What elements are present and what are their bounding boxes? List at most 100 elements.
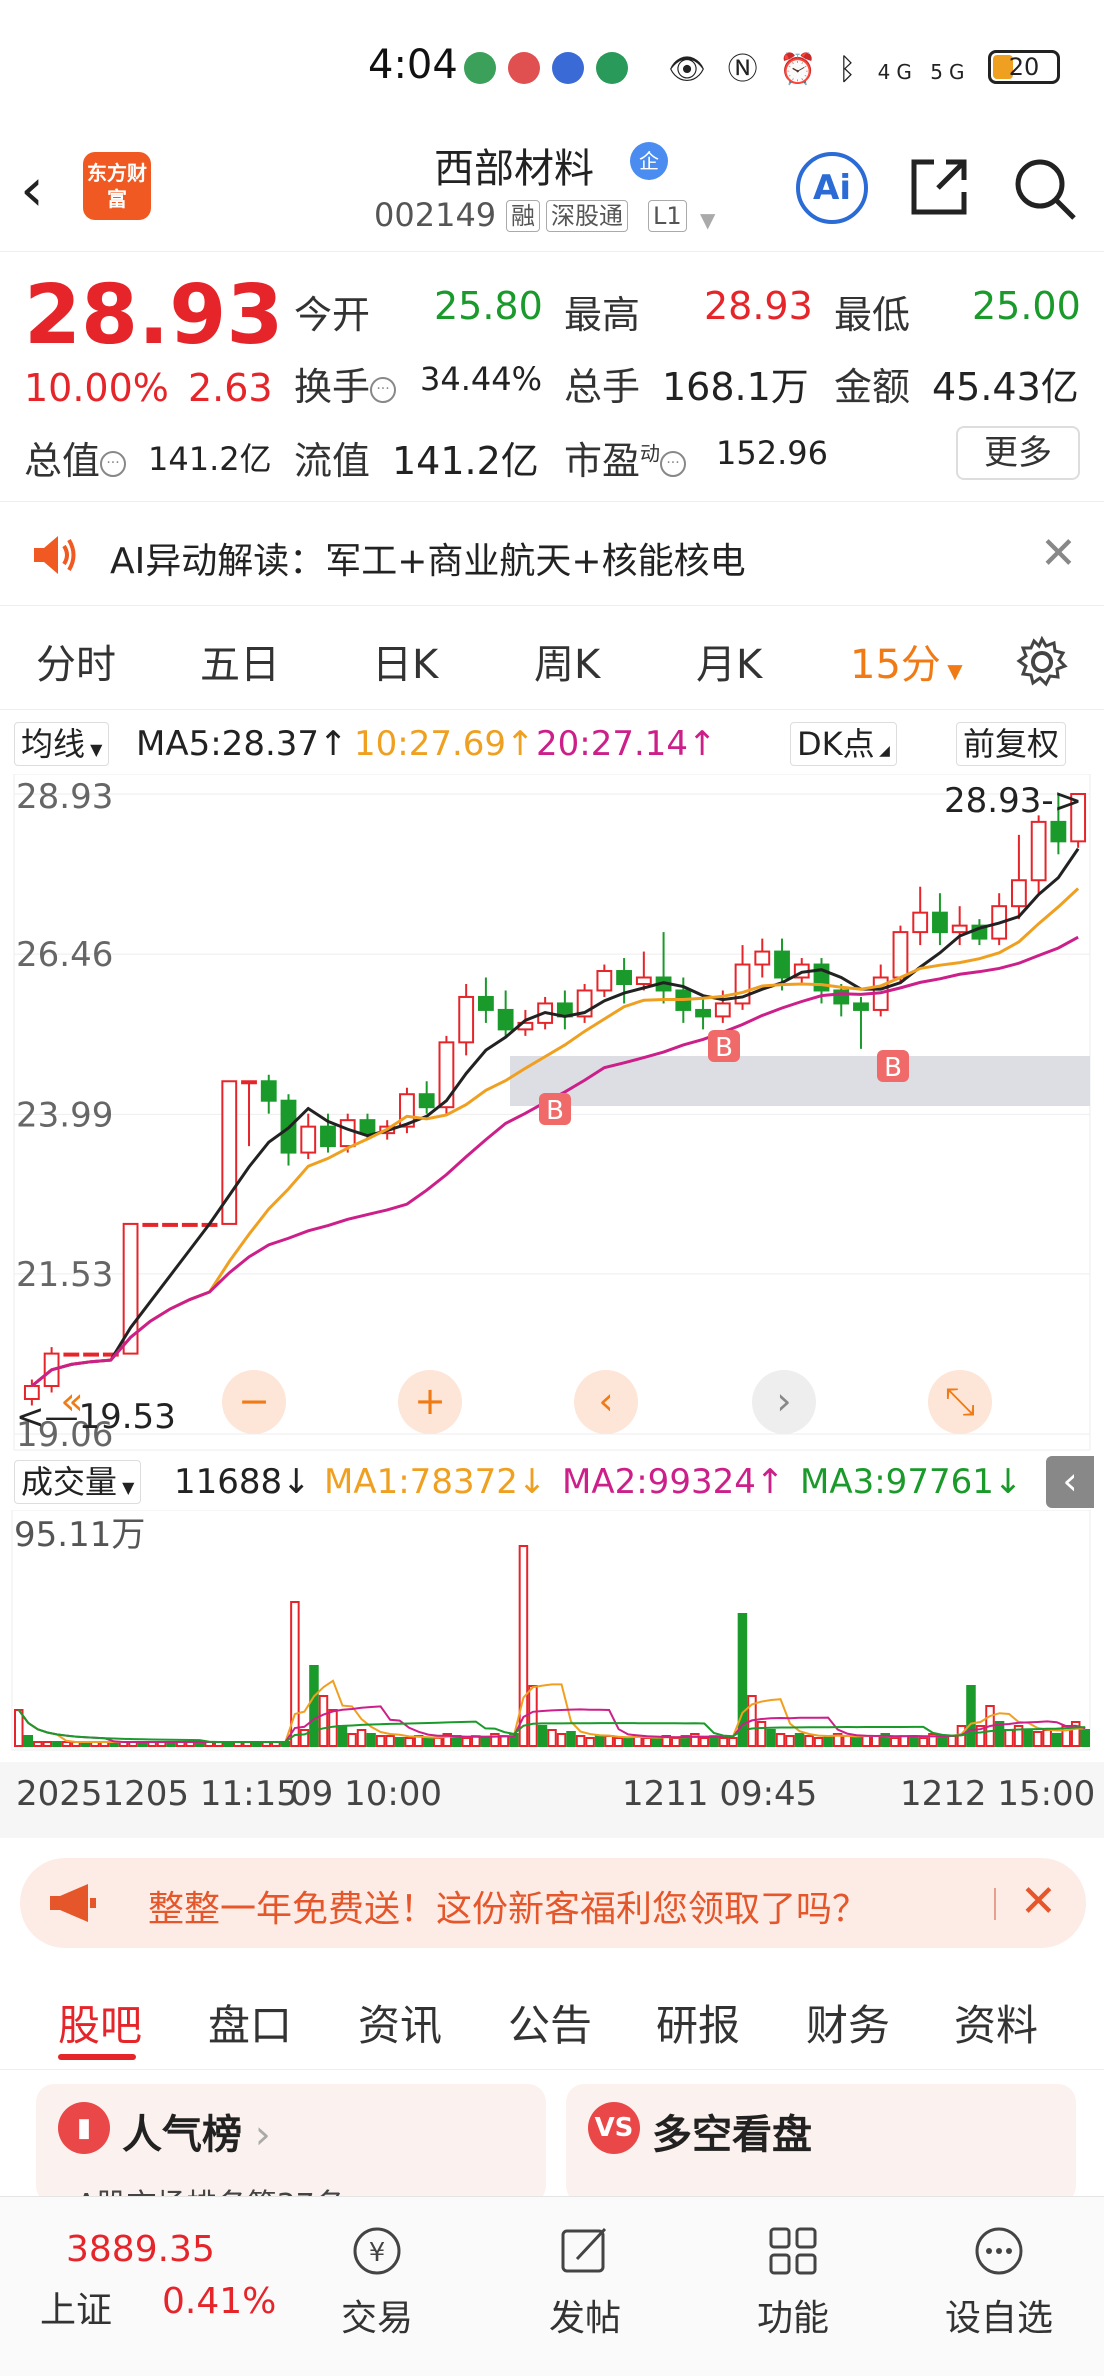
last-price: 28.93 [24,268,284,363]
caret-down-icon: ▼ [940,659,963,683]
volume-bar [870,1735,881,1747]
info-icon[interactable]: ··· [660,450,687,477]
scroll-left-fast-button[interactable]: « [40,1370,104,1434]
volume-chart[interactable]: 95.11万 [0,1510,1104,1760]
promo-banner[interactable]: 整整一年免费送！这份新客福利您领取了吗？ ✕ [20,1858,1086,1948]
tab-weekly-k[interactable]: 周K [534,632,600,690]
volume-indicator-select[interactable]: 成交量 ▼ [14,1460,142,1504]
nav-trade[interactable]: ¥ 交易 [312,2207,442,2347]
tab-daily-k[interactable]: 日K [372,632,438,690]
long-short-card[interactable]: VS 多空看盘 [566,2084,1076,2204]
amount-value: 45.43亿 [932,365,1079,409]
tab-intraday[interactable]: 分时 [36,632,116,690]
chevron-down-icon[interactable]: ▼ [700,208,715,232]
candle-body [320,1125,336,1148]
candle-body [1050,820,1067,843]
volume-bar [909,1735,919,1747]
volume-ma1: MA1:78372↓ [324,1462,547,1502]
nav-post[interactable]: 发帖 [520,2207,650,2347]
tab-news[interactable]: 资讯 [358,1992,442,2053]
buy-signal-label: B [884,1053,902,1083]
ma10-line [30,887,1080,1388]
tab-forum[interactable]: 股吧 [58,1992,142,2053]
volume-legend: 成交量 ▼ 11688↓ MA1:78372↓ MA2:99324↑ MA3:9… [0,1452,1104,1512]
change-percent: 10.00% [24,366,169,410]
volume-bar [394,1737,405,1747]
edit-icon [561,2227,607,2273]
volume-bar [385,1735,395,1747]
more-button[interactable]: 更多 [956,426,1080,480]
tab-monthly-k[interactable]: 月K [696,632,762,690]
scroll-right-button[interactable]: › [752,1370,816,1434]
candle-body [63,1352,80,1357]
dk-point-button[interactable]: DK点 ◢ [790,722,897,766]
volume-bar [718,1737,729,1747]
zoom-in-button[interactable]: + [398,1370,462,1434]
promo-text: 整整一年免费送！这份新客福利您领取了吗？ [148,1889,869,1930]
zoom-out-button[interactable]: − [222,1370,286,1434]
tab-announcements[interactable]: 公告 [508,1992,592,2053]
index-name: 上证 [40,2290,113,2331]
kline-chart[interactable]: 28.9326.4623.9921.5319.06 28.93-><—19.53… [0,774,1104,1454]
tab-five-day[interactable]: 五日 [200,632,280,690]
nfc-icon: Ⓝ [727,52,764,87]
nav-add-watchlist[interactable]: 设自选 [934,2207,1064,2347]
tab-profile[interactable]: 资料 [954,1992,1038,2053]
bluetooth-icon: ᛒ [838,52,863,87]
eye-icon: 👁 [668,52,713,87]
candle-body [635,976,652,985]
tab-financials[interactable]: 财务 [806,1992,890,2053]
close-icon[interactable]: ✕ [1040,528,1077,579]
stock-code: 002149 [374,196,497,234]
candle-body [774,950,790,979]
volume-bar [23,1735,34,1747]
adjust-button[interactable]: 前复权 [956,722,1067,766]
megaphone-icon [50,1884,96,1922]
popularity-card[interactable]: ▮ 人气榜 › A股市场排名第37名 [36,2084,546,2223]
candle-body [912,911,929,934]
tab-15min[interactable]: 15分 ▼ [850,632,963,690]
back-button[interactable]: ‹ [20,160,70,220]
y-tick-label: 26.46 [16,935,113,975]
volume-bar [947,1735,957,1747]
volume-bar [1032,1731,1043,1747]
volume-bar [1004,1729,1014,1747]
ai-insight-banner[interactable]: AI异动解读：军工+商业航天+核能核电 ✕ [0,504,1104,606]
volume-bar [1023,1729,1033,1747]
scroll-left-button[interactable]: ‹ [574,1370,638,1434]
candle-body [241,1080,257,1085]
gear-icon[interactable] [1016,636,1068,688]
volume-bar [1042,1729,1052,1747]
candle-body [714,1002,731,1018]
pe-value: 152.96 [716,434,828,472]
info-icon[interactable]: ··· [100,450,127,477]
volume-label: 总手 [564,365,641,409]
volume-bar [766,1729,776,1747]
volume-bar [594,1735,605,1747]
search-icon[interactable] [1012,156,1078,222]
versus-icon: VS [588,2102,640,2154]
info-icon[interactable]: ··· [370,376,397,403]
tab-order-book[interactable]: 盘口 [208,1992,292,2053]
ma-legend: 均线 ▼ MA5:28.37↑ 10:27.69↑ 20:27.14↑ DK点 … [0,714,1104,774]
collapse-panel-button[interactable]: ‹ [1046,1456,1094,1508]
volume-max-label: 95.11万 [14,1515,145,1555]
ai-button[interactable]: Ai [796,152,868,224]
volume-bar [547,1729,557,1747]
volume-bar [575,1735,586,1747]
index-value: 3889.35 [66,2229,215,2270]
candle-body [359,1119,376,1135]
close-icon[interactable]: ✕ [1020,1876,1057,1927]
change-amount: 2.63 [188,366,273,410]
y-tick-label: 28.93 [16,777,113,817]
share-icon[interactable] [908,156,970,218]
volume-bar [337,1725,348,1747]
volume-bar [556,1733,567,1747]
tab-research[interactable]: 研报 [656,1992,740,2053]
quote-panel: 28.93 10.00% 2.63 今开 25.80 最高 28.93 最低 2… [0,254,1104,502]
volume-bar [823,1735,833,1747]
fullscreen-button[interactable]: ⤡ [928,1370,992,1434]
low-label: 最低 [834,293,911,337]
indicator-select[interactable]: 均线 ▼ [14,722,110,766]
nav-functions[interactable]: 功能 [728,2207,858,2347]
